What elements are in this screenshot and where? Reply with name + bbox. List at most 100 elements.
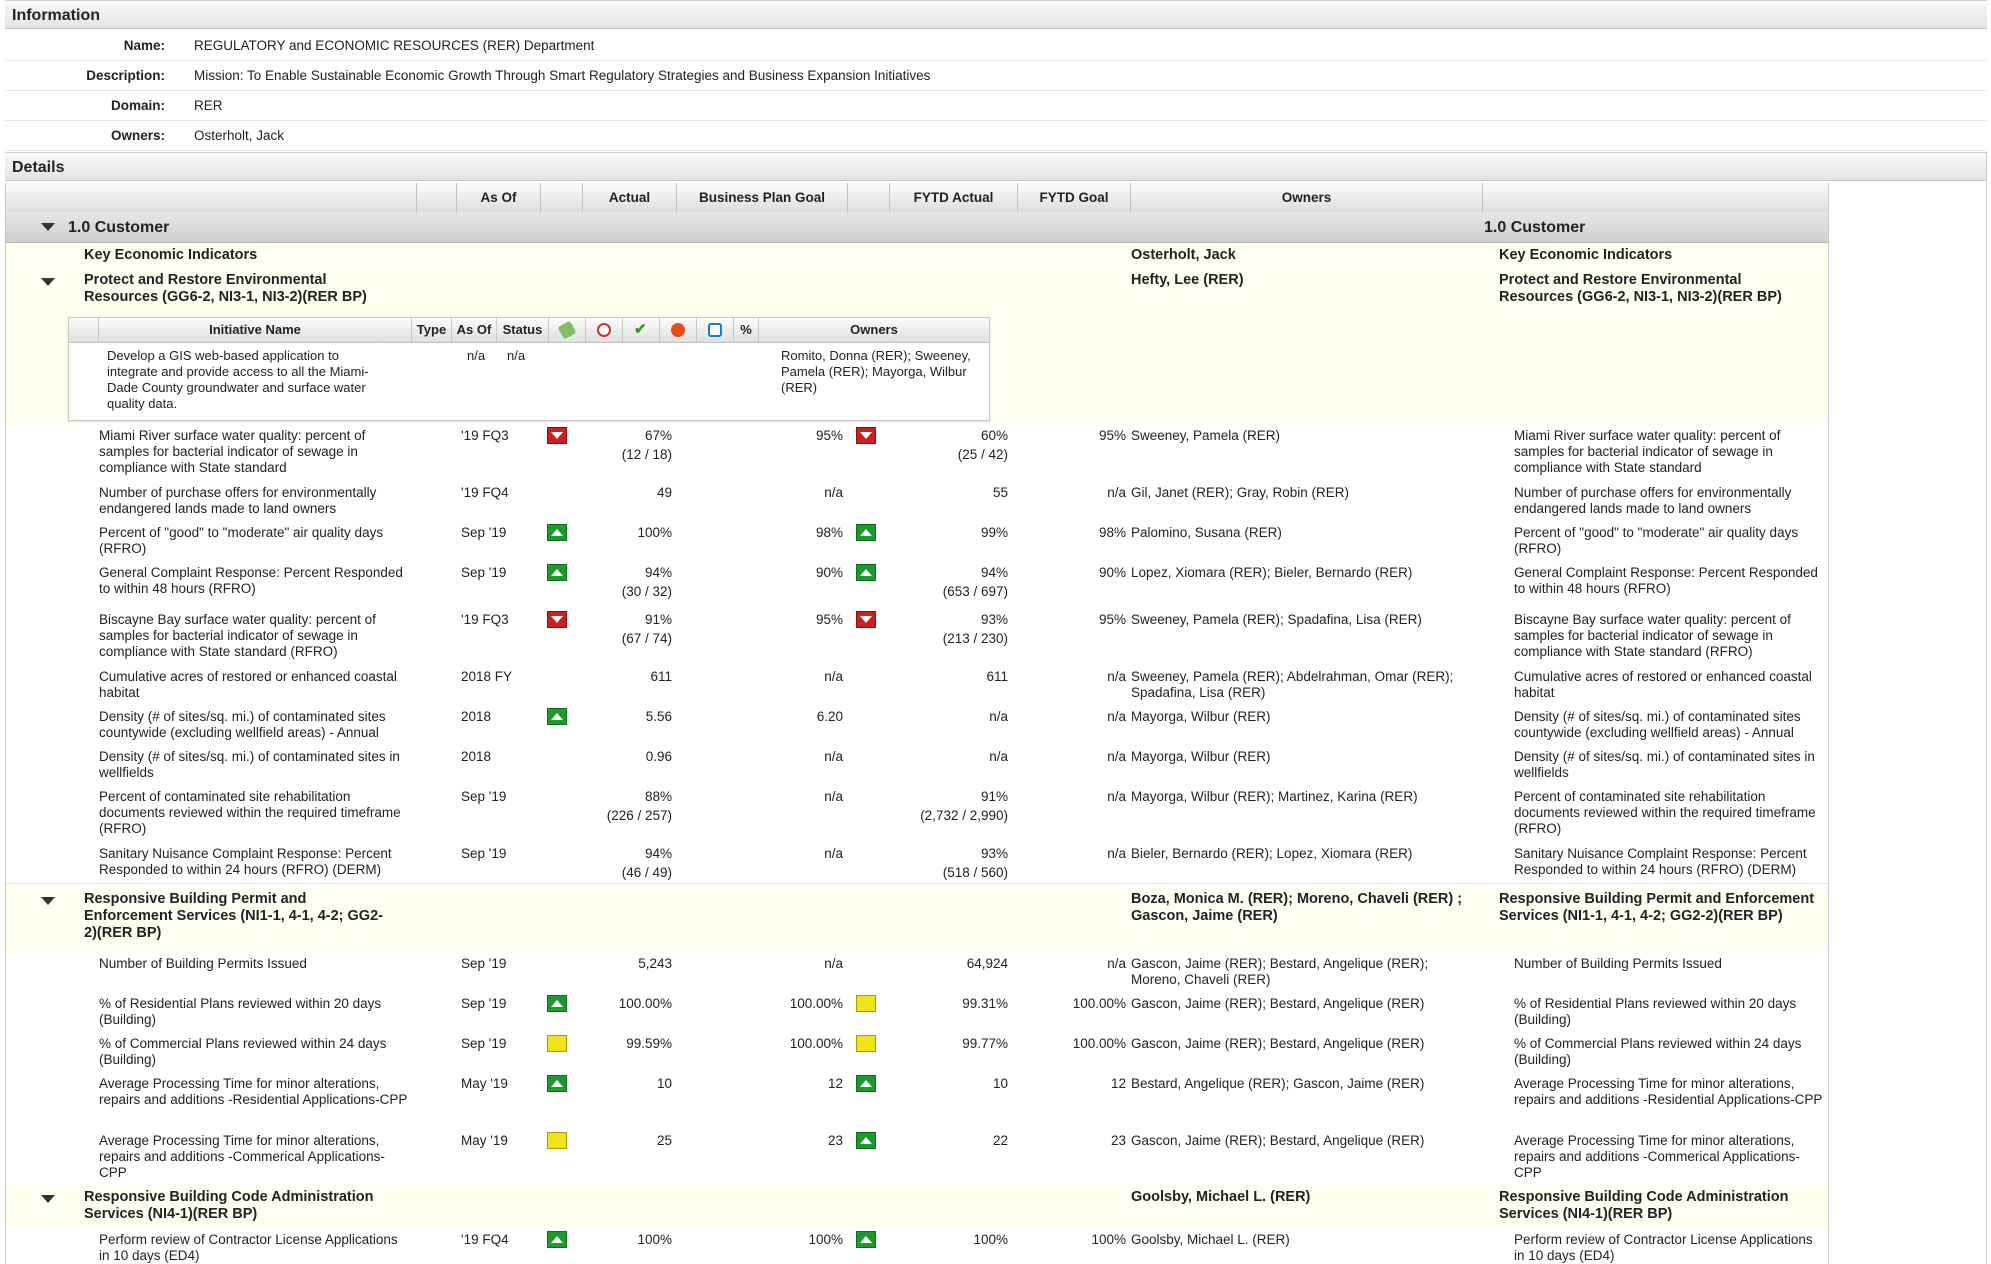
ih-budget[interactable]: [549, 318, 586, 342]
measure-name[interactable]: Perform review of Contractor License App…: [99, 1232, 409, 1264]
measure-as-of: May '19: [461, 1133, 508, 1148]
col-fytd-actual[interactable]: FYTD Actual: [890, 183, 1018, 213]
collapse-icon[interactable]: [41, 278, 55, 286]
objective-row[interactable]: Responsive Building Code Administration …: [6, 1185, 1829, 1228]
measure-name[interactable]: Average Processing Time for minor altera…: [99, 1133, 409, 1181]
col-as-of[interactable]: As Of: [457, 183, 541, 213]
ih-status[interactable]: Status: [497, 318, 549, 342]
measure-row[interactable]: Biscayne Bay surface water quality: perc…: [6, 607, 1829, 665]
objective-row[interactable]: Responsive Building Permit and Enforceme…: [6, 887, 1829, 952]
col-spacer: [417, 183, 457, 213]
measure-bp-goal: 95%: [815, 612, 843, 627]
measure-fytd-goal: 100%: [1091, 1232, 1126, 1247]
measure-name[interactable]: General Complaint Response: Percent Resp…: [99, 565, 409, 597]
status-up-green-icon: [547, 708, 567, 725]
info-value: Mission: To Enable Sustainable Economic …: [194, 68, 931, 83]
perspective-row[interactable]: 1.0 Customer 1.0 Customer: [6, 212, 1829, 243]
details-grid: As Of Actual Business Plan Goal FYTD Act…: [5, 183, 1829, 1264]
measure-fytd-actual: 60% (25 / 42): [957, 428, 1008, 462]
objective-name: Protect and Restore Environmental Resour…: [84, 272, 367, 305]
measure-name[interactable]: Miami River surface water quality: perce…: [99, 428, 409, 476]
details-header: Details: [5, 152, 1987, 181]
measure-fytd-goal: n/a: [1107, 485, 1126, 500]
col-actual[interactable]: Actual: [583, 183, 677, 213]
measure-name[interactable]: Density (# of sites/sq. mi.) of contamin…: [99, 749, 409, 781]
kei-row[interactable]: Key Economic Indicators Osterholt, Jack Ke…: [6, 243, 1829, 269]
measure-actual: 100%: [637, 525, 672, 540]
measure-name[interactable]: Cumulative acres of restored or enhanced…: [99, 669, 409, 701]
measure-owners: Goolsby, Michael L. (RER): [1131, 1232, 1290, 1247]
status-up-green-icon: [547, 564, 567, 581]
measure-row[interactable]: % of Residential Plans reviewed within 2…: [6, 991, 1829, 1032]
measure-as-of: '19 FQ3: [461, 612, 509, 627]
status-up-green-icon: [856, 1231, 876, 1248]
measure-row[interactable]: Percent of contaminated site rehabilitat…: [6, 784, 1829, 842]
measure-row[interactable]: General Complaint Response: Percent Resp…: [6, 560, 1829, 608]
collapse-icon[interactable]: [41, 1195, 55, 1203]
measure-name[interactable]: Number of Building Permits Issued: [99, 956, 409, 972]
measure-row[interactable]: Sanitary Nuisance Complaint Response: Pe…: [6, 841, 1829, 884]
ih-name[interactable]: Initiative Name: [99, 318, 412, 342]
measure-fytd-actual: 100%: [973, 1232, 1008, 1247]
col-name[interactable]: [6, 183, 417, 213]
measure-row[interactable]: Average Processing Time for minor altera…: [6, 1128, 1829, 1186]
measure-as-of: '19 FQ4: [461, 1232, 509, 1247]
info-value: RER: [194, 98, 223, 113]
ih-schedule[interactable]: [586, 318, 623, 342]
measure-row[interactable]: Miami River surface water quality: perce…: [6, 423, 1829, 481]
measure-name[interactable]: % of Residential Plans reviewed within 2…: [99, 996, 409, 1028]
measure-owners: Sweeney, Pamela (RER): [1131, 428, 1281, 443]
measure-bp-goal: 100.00%: [789, 996, 843, 1011]
measure-as-of: '19 FQ3: [461, 428, 509, 443]
measure-name[interactable]: Density (# of sites/sq. mi.) of contamin…: [99, 709, 409, 741]
checkmark-icon: ✔: [634, 321, 647, 338]
status-up-green-icon: [856, 524, 876, 541]
col-owners[interactable]: Owners: [1131, 183, 1483, 213]
alert-icon: [671, 323, 685, 337]
measure-name-right: Average Processing Time for minor altera…: [1514, 1133, 1800, 1180]
measure-row[interactable]: Perform review of Contractor License App…: [6, 1227, 1829, 1264]
measure-row[interactable]: Number of purchase offers for environmen…: [6, 480, 1829, 521]
measure-row[interactable]: Number of Building Permits Issued Sep '19…: [6, 951, 1829, 992]
measure-owners: Palomino, Susana (RER): [1131, 525, 1282, 540]
perspective-name: 1.0 Customer: [68, 219, 170, 236]
measure-as-of: 2018: [461, 709, 492, 724]
measure-name[interactable]: Percent of contaminated site rehabilitat…: [99, 789, 409, 837]
initiative-name[interactable]: Develop a GIS web-based application to i…: [107, 348, 377, 412]
ih-percent[interactable]: %: [734, 318, 759, 342]
collapse-icon[interactable]: [41, 897, 55, 905]
measure-row[interactable]: % of Commercial Plans reviewed within 24…: [6, 1031, 1829, 1072]
measure-name[interactable]: Percent of "good" to "moderate" air qual…: [99, 525, 409, 557]
money-icon: [557, 320, 577, 340]
ih-complete[interactable]: ✔: [623, 318, 660, 342]
kei-name: Key Economic Indicators: [84, 247, 258, 263]
ih-as-of[interactable]: As Of: [452, 318, 497, 342]
measure-actual: 5.56: [645, 709, 672, 724]
measure-row[interactable]: Density (# of sites/sq. mi.) of contamin…: [6, 744, 1829, 785]
measure-row[interactable]: Density (# of sites/sq. mi.) of contamin…: [6, 704, 1829, 745]
measure-name[interactable]: Number of purchase offers for environmen…: [99, 485, 409, 517]
measure-name[interactable]: Average Processing Time for minor altera…: [99, 1076, 409, 1108]
measure-name[interactable]: Sanitary Nuisance Complaint Response: Pe…: [99, 846, 409, 878]
info-row: Owners: Osterholt, Jack: [5, 120, 1987, 151]
measure-row[interactable]: Cumulative acres of restored or enhanced…: [6, 664, 1829, 705]
col-fytd-goal[interactable]: FYTD Goal: [1018, 183, 1131, 213]
measure-name[interactable]: % of Commercial Plans reviewed within 24…: [99, 1036, 409, 1068]
measure-as-of: Sep '19: [461, 996, 507, 1011]
collapse-icon[interactable]: [41, 223, 55, 231]
ih-issues[interactable]: [660, 318, 697, 342]
ih-type[interactable]: Type: [412, 318, 452, 342]
measure-owners: Gil, Janet (RER); Gray, Robin (RER): [1131, 485, 1350, 500]
initiatives-table: Initiative Name Type As Of Status ✔% Owners De…: [68, 317, 990, 421]
measure-row[interactable]: Percent of "good" to "moderate" air qual…: [6, 520, 1829, 561]
status-yellow-icon: [547, 1132, 567, 1149]
ih-owners[interactable]: Owners: [759, 318, 989, 342]
measure-row[interactable]: Average Processing Time for minor altera…: [6, 1071, 1829, 1129]
measure-owners: Bestard, Angelique (RER); Gascon, Jaime …: [1131, 1076, 1425, 1091]
measure-fytd-actual: n/a: [989, 709, 1008, 724]
measure-name[interactable]: Biscayne Bay surface water quality: perc…: [99, 612, 409, 660]
col-bp-goal[interactable]: Business Plan Goal: [677, 183, 848, 213]
ih-target[interactable]: [697, 318, 734, 342]
initiative-row[interactable]: Develop a GIS web-based application to i…: [69, 342, 989, 418]
measure-owners: Gascon, Jaime (RER); Bestard, Angelique …: [1131, 1036, 1425, 1051]
